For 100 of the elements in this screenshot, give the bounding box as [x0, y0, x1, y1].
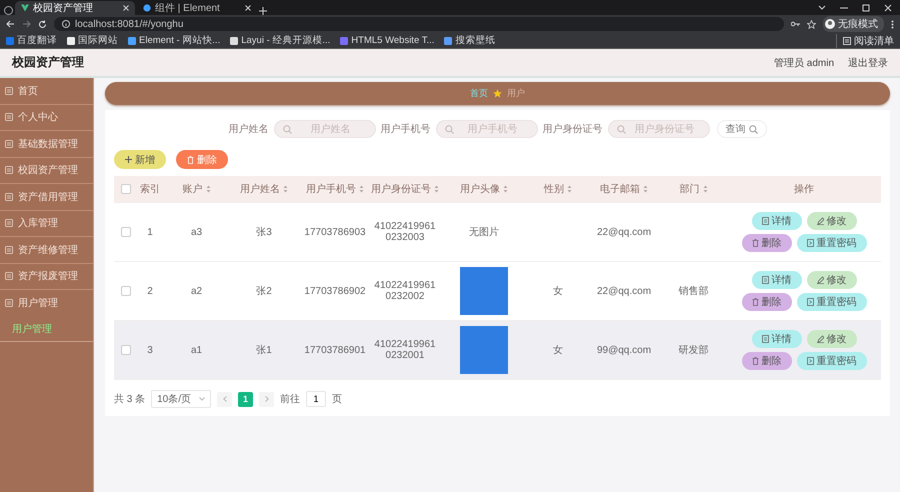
bookmark[interactable]: Layui - 经典开源模... [230, 34, 330, 47]
goto-label: 前往 [280, 392, 300, 406]
chevron-left-icon [222, 396, 227, 402]
search-field[interactable]: 用户手机号 [436, 120, 538, 138]
back-arrow-icon[interactable] [6, 20, 15, 28]
table-cell: 99@qq.com [596, 344, 652, 356]
table-cell: 22@qq.com [596, 226, 652, 238]
avatar-icon [825, 19, 835, 29]
sidebar-item[interactable]: 资产报废管理 [0, 264, 93, 290]
checkbox[interactable] [121, 184, 131, 194]
bookmark[interactable]: 国际网站 [67, 34, 118, 47]
table-cell: 17703786903 [304, 226, 366, 238]
add-button[interactable]: 新增 [114, 150, 166, 169]
edit-button[interactable]: 修改 [806, 212, 856, 230]
table-cell: 410224199610232001 [374, 339, 436, 361]
list-icon [5, 166, 13, 174]
pencil-icon [816, 276, 824, 284]
bookmark[interactable]: Element - 网站快... [128, 34, 220, 47]
bookmark[interactable]: HTML5 Website T... [340, 35, 434, 46]
table-cell: 3 [147, 344, 153, 356]
star-icon[interactable] [807, 20, 816, 28]
detail-button[interactable]: 详情 [752, 330, 802, 348]
field-label: 用户姓名 [228, 122, 268, 136]
sidebar-subitem[interactable]: 用户管理 [0, 316, 93, 342]
sidebar-item[interactable]: 用户管理 [0, 290, 93, 316]
reset-password-button[interactable]: 重置密码 [796, 352, 866, 370]
sidebar-item[interactable]: 资产借用管理 [0, 184, 93, 210]
reset-password-button[interactable]: 重置密码 [796, 293, 866, 311]
table-cell: 销售部 [678, 286, 708, 297]
v-logo-icon [21, 4, 29, 12]
search-field[interactable]: 用户身份证号 [608, 120, 710, 138]
page-size-select[interactable]: 10条/页 [151, 390, 212, 408]
table-cell: 410224199610232002 [374, 280, 436, 302]
trash-icon [187, 156, 194, 164]
checkbox[interactable] [121, 345, 131, 355]
checkbox[interactable] [121, 286, 131, 296]
browser-tab[interactable]: 校园资产管理 [15, 1, 135, 15]
table-cell: a2 [190, 286, 202, 296]
logout-link[interactable]: 退出登录 [848, 56, 888, 70]
column-header: 用户头像 [460, 182, 508, 196]
edit-button[interactable]: 修改 [806, 271, 856, 289]
bookmark-icon [128, 36, 136, 44]
app-title: 校园资产管理 [12, 54, 84, 71]
column-header: 电子邮箱 [600, 182, 648, 196]
search-field[interactable]: 用户姓名 [274, 120, 376, 138]
photo-placeholder [460, 267, 508, 315]
bookmark[interactable]: 搜索壁纸 [444, 34, 496, 47]
page-input[interactable]: 1 [306, 391, 326, 407]
delete-button[interactable]: 删除 [742, 234, 792, 252]
plus-icon [125, 156, 132, 163]
detail-button[interactable]: 详情 [752, 212, 802, 230]
sidebar-item[interactable]: 资产维修管理 [0, 237, 93, 264]
star-icon [493, 89, 502, 98]
sidebar-item[interactable]: 入库管理 [0, 210, 93, 237]
browser-tab[interactable]: 组件 | Element [137, 1, 257, 15]
table-cell: 410224199610232003 [374, 221, 436, 243]
table-cell: 女 [553, 286, 563, 297]
column-header: 用户身份证号 [371, 182, 439, 196]
bookmark-icon [6, 36, 14, 44]
chevron-down-icon[interactable] [818, 4, 826, 10]
close-icon[interactable] [884, 4, 892, 12]
sidebar-item[interactable]: 个人中心 [0, 104, 93, 131]
delete-button[interactable]: 删除 [742, 352, 792, 370]
table-cell: 22@qq.com [596, 286, 652, 296]
query-button[interactable]: 查询 [716, 120, 766, 138]
address-bar[interactable]: localhost:8081/#/yonghu [54, 17, 784, 31]
more-icon[interactable] [891, 20, 894, 28]
document-icon [762, 276, 768, 284]
edit-button[interactable]: 修改 [806, 330, 856, 348]
sidebar-item[interactable]: 首页 [0, 78, 93, 104]
list-icon [5, 140, 13, 148]
trash-icon [752, 298, 758, 306]
bookmark[interactable]: 百度翻译 [6, 34, 57, 47]
sidebar-item[interactable]: 基础数据管理 [0, 131, 93, 158]
search-icon [444, 125, 454, 134]
bookmark-icon [444, 36, 452, 44]
key-icon[interactable] [791, 21, 800, 27]
reset-password-button[interactable]: 重置密码 [796, 234, 866, 252]
close-icon[interactable] [123, 5, 129, 11]
column-header: 索引 [140, 182, 160, 196]
maximize-icon[interactable] [862, 4, 870, 12]
total-count: 共 3 条 [114, 392, 146, 406]
table-cell: 无图片 [469, 227, 499, 238]
reading-list-button[interactable]: 阅读清单 [836, 34, 894, 48]
checkbox[interactable] [121, 227, 131, 237]
delete-button[interactable]: 删除 [742, 293, 792, 311]
sidebar-item[interactable]: 校园资产管理 [0, 158, 93, 184]
minimize-icon[interactable] [840, 4, 848, 10]
reload-icon[interactable] [38, 20, 47, 28]
plus-icon[interactable] [259, 7, 267, 15]
trash-icon [752, 239, 758, 247]
forward-arrow-icon[interactable] [22, 20, 31, 28]
column-header: 用户姓名 [240, 182, 288, 196]
table-cell: 1 [147, 226, 153, 238]
detail-button[interactable]: 详情 [752, 271, 802, 289]
search-icon [282, 125, 292, 134]
pencil-icon [816, 217, 824, 225]
chevron-down-icon [199, 397, 206, 401]
profile-button[interactable]: 无痕模式 [823, 16, 884, 32]
close-icon[interactable] [245, 5, 251, 11]
